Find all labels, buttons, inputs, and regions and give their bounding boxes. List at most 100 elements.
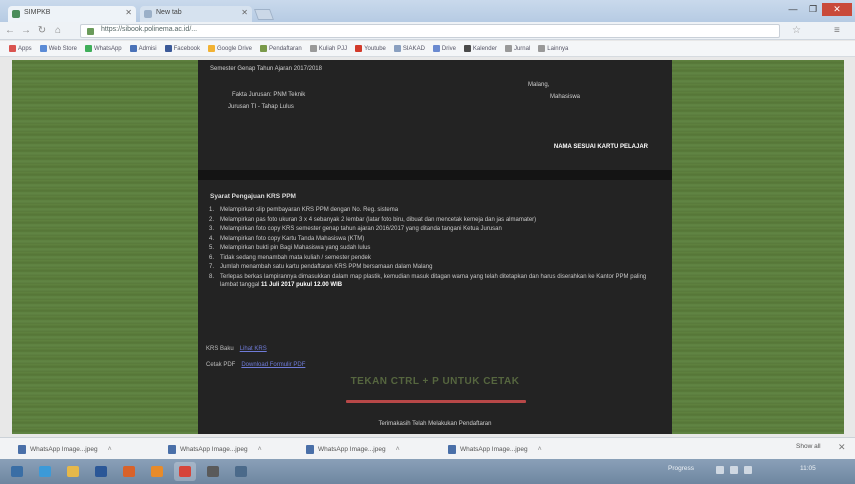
bookmark-star-icon[interactable]: ☆ [792, 25, 801, 36]
file-explorer-icon [67, 466, 79, 477]
taskbar-app[interactable] [90, 462, 112, 481]
download-item[interactable]: WhatsApp Image...jpeg ˄ [306, 443, 400, 456]
bookmark-item[interactable]: SIAKAD [391, 42, 428, 56]
bookmark-item[interactable]: Pendaftaran [257, 42, 305, 56]
app-icon [207, 466, 219, 477]
home-icon[interactable]: ⌂ [52, 25, 64, 37]
bookmark-item[interactable]: Kalender [461, 42, 500, 56]
tab-simpkb[interactable]: SIMPKB ✕ [8, 6, 136, 22]
taskbar-app[interactable] [62, 462, 84, 481]
back-arrow-icon[interactable]: ← [4, 25, 16, 37]
tab-new-tab[interactable]: New tab ✕ [140, 6, 252, 22]
bookmark-item[interactable]: WhatsApp [82, 42, 125, 56]
windows-logo-icon [11, 466, 23, 477]
bookmark-item[interactable]: Web Store [37, 42, 80, 56]
app-icon [235, 466, 247, 477]
bookmark-label: Drive [441, 45, 456, 52]
image-file-icon [448, 445, 456, 454]
bookmark-item[interactable]: Kuliah PJJ [307, 42, 350, 56]
bookmark-favicon-icon [432, 45, 440, 52]
taskbar-app[interactable] [146, 462, 168, 481]
url-text: https://sibook.polinema.ac.id/... [101, 26, 198, 33]
bookmark-item[interactable]: Apps [6, 42, 35, 56]
show-all-downloads-button[interactable]: Show all [796, 443, 821, 450]
requirement-text: Melampirkan foto copy Kartu Tanda Mahasi… [220, 235, 365, 242]
os-taskbar: Progress 11:05 [0, 459, 855, 484]
bookmark-label: Admisi [138, 45, 157, 52]
requirement-item: 5. Melampirkan bukti pin Bagi Mahasiswa y… [206, 244, 658, 252]
chevron-up-icon[interactable]: ˄ [108, 446, 112, 453]
chevron-up-icon[interactable]: ˄ [538, 446, 542, 453]
bookmark-item[interactable]: Facebook [162, 42, 203, 56]
bookmark-item[interactable]: Lainnya [535, 42, 571, 56]
taskbar-app[interactable] [118, 462, 140, 481]
download-shelf: WhatsApp Image...jpeg ˄ WhatsApp Image..… [0, 437, 855, 459]
bookmark-favicon-icon [463, 45, 471, 52]
media-player-icon [151, 466, 163, 477]
tab-close-icon[interactable]: ✕ [241, 8, 248, 17]
bookmark-favicon-icon [538, 45, 546, 52]
bookmark-item[interactable]: Jurnal [502, 42, 533, 56]
requirement-text: Melampirkan pas foto ukuran 3 x 4 sebany… [220, 216, 537, 223]
tab-strip: SIMPKB ✕ New tab ✕ — ❐ ✕ [0, 0, 855, 22]
image-file-icon [306, 445, 314, 454]
requirement-text: Melampirkan slip pembayaran KRS PPM deng… [220, 207, 399, 213]
bookmark-favicon-icon [164, 45, 172, 52]
krs-link[interactable]: Lihat KRS [240, 346, 267, 352]
bookmark-item[interactable]: Drive [430, 42, 459, 56]
site-favicon-icon [12, 10, 20, 18]
browser-menu-icon[interactable]: ≡ [834, 25, 840, 36]
pdf-download-link[interactable]: Download Formulir PDF [241, 362, 305, 368]
requirement-item: 2. Melampirkan pas foto ukuran 3 x 4 seba… [206, 216, 658, 224]
minimize-button[interactable]: — [784, 3, 802, 16]
bookmark-favicon-icon [129, 45, 137, 52]
download-item[interactable]: WhatsApp Image...jpeg ˄ [448, 443, 542, 456]
deadline-date: 11 Juli 2017 pukul 12.00 WIB [261, 281, 343, 288]
requirement-item: 1. Melampirkan slip pembayaran KRS PPM de… [206, 206, 658, 214]
page-icon [144, 10, 152, 18]
requirement-text: Melampirkan bukti pin Bagi Mahasiswa yan… [220, 245, 371, 251]
bookmark-label: Lainnya [547, 45, 569, 52]
tray-icon[interactable] [716, 466, 724, 474]
status-line: Jurusan TI - Tahap Lulus [228, 104, 294, 110]
bookmark-label: Web Store [48, 45, 77, 52]
network-icon[interactable] [730, 466, 738, 474]
url-bar[interactable]: https://sibook.polinema.ac.id/... [80, 24, 780, 38]
requirement-item: 7. Jumlah menambah satu kartu pendaftaran… [206, 263, 658, 271]
close-window-button[interactable]: ✕ [822, 3, 852, 16]
new-tab-button[interactable] [253, 9, 275, 20]
field-label: KRS Baku [206, 346, 234, 352]
taskbar-app-active[interactable] [174, 462, 196, 481]
close-shelf-icon[interactable]: ✕ [838, 442, 846, 453]
requirement-text: Melampirkan foto copy KRS semester genap… [220, 226, 502, 232]
download-item[interactable]: WhatsApp Image...jpeg ˄ [168, 443, 262, 456]
image-file-icon [168, 445, 176, 454]
chevron-up-icon[interactable]: ˄ [396, 446, 400, 453]
taskbar-app[interactable] [230, 462, 252, 481]
word-icon [95, 466, 107, 477]
download-item[interactable]: WhatsApp Image...jpeg ˄ [18, 443, 112, 456]
requirements-title: Syarat Pengajuan KRS PPM [210, 193, 296, 200]
reload-icon[interactable]: ↻ [36, 25, 48, 37]
maximize-button[interactable]: ❐ [804, 3, 822, 16]
bookmark-item[interactable]: Admisi [127, 42, 160, 56]
start-button[interactable] [6, 462, 28, 481]
image-file-icon [18, 445, 26, 454]
bookmark-item[interactable]: Youtube [352, 42, 389, 56]
bookmark-label: WhatsApp [93, 45, 122, 52]
forward-arrow-icon[interactable]: → [20, 25, 32, 37]
taskbar-app[interactable] [34, 462, 56, 481]
bookmark-favicon-icon [208, 45, 215, 52]
system-clock[interactable]: 11:05 [800, 465, 816, 472]
bookmark-item[interactable]: Google Drive [205, 42, 255, 56]
bookmark-label: Google Drive [217, 45, 253, 52]
requirement-number: 2. [209, 216, 215, 223]
taskbar-app[interactable] [202, 462, 224, 481]
volume-icon[interactable] [744, 466, 752, 474]
chevron-up-icon[interactable]: ˄ [258, 446, 262, 453]
tab-close-icon[interactable]: ✕ [125, 8, 132, 17]
download-filename: WhatsApp Image...jpeg [30, 446, 98, 453]
page-viewport: Semester Genap Tahun Ajaran 2017/2018 Fa… [12, 60, 844, 434]
bookmark-label: SIAKAD [402, 45, 425, 52]
requirement-number: 7. [209, 264, 215, 270]
